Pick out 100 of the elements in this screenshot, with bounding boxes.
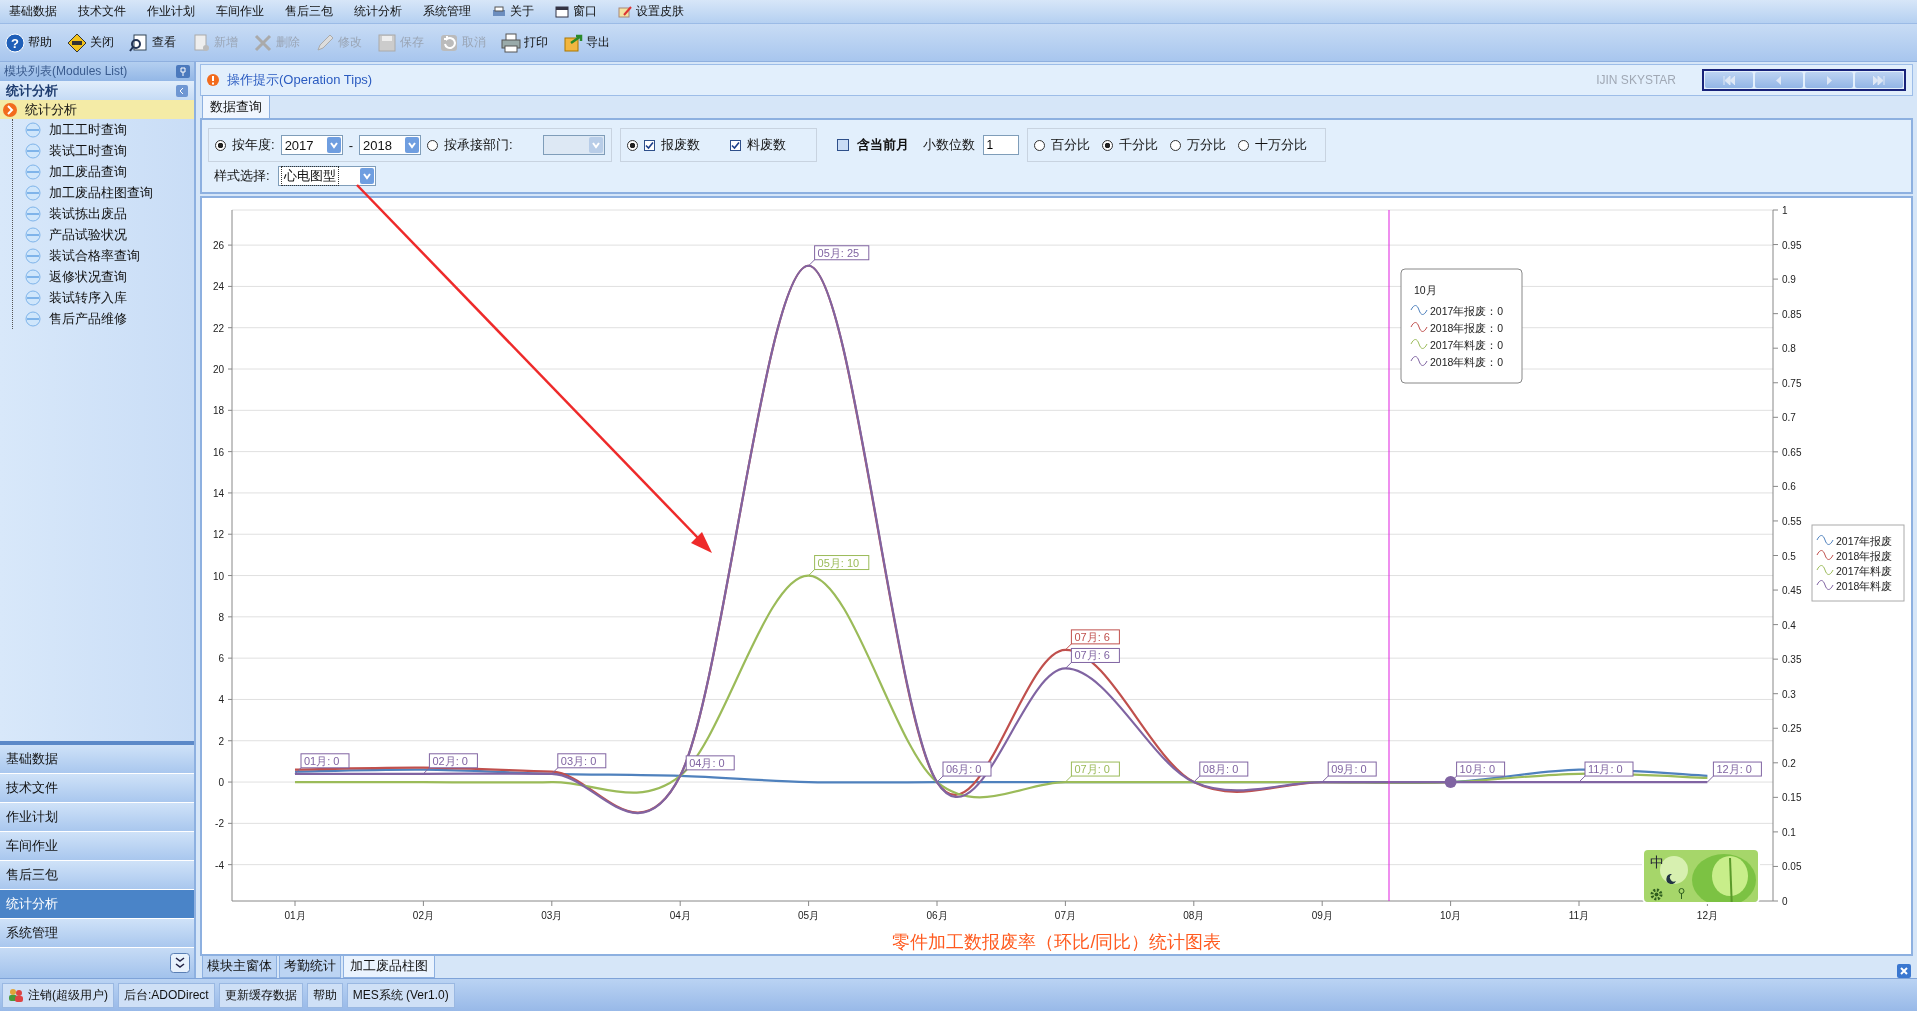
axis-tick-label: 0.95 — [1782, 239, 1802, 251]
annotation: 01月: 0 — [304, 754, 340, 767]
data-label: 05月: 25 — [814, 245, 870, 261]
data-label: 06月: 0 — [942, 761, 992, 777]
annotation: 10月: 0 — [1459, 763, 1496, 776]
axis-tick-label: 0.15 — [1782, 792, 1802, 804]
axis-tick-label: 18 — [212, 405, 224, 417]
axis-tick-label: 08月 — [1183, 910, 1205, 921]
axis-tick-label: 0.45 — [1782, 585, 1802, 597]
axis-tick-label: 11月 — [1568, 910, 1590, 921]
axis-tick-label: 0.5 — [1782, 550, 1796, 562]
checkbox-label: 料废数 — [746, 136, 786, 154]
axis-tick-label: 0.7 — [1782, 412, 1796, 424]
axis-tick-label: 14 — [212, 487, 224, 499]
axis-tick-label: 0.2 — [1782, 757, 1796, 769]
radio-label: 万分比 — [1186, 136, 1226, 154]
axis-tick-label: 2 — [218, 735, 224, 747]
data-label: 01月: 0 — [300, 753, 350, 769]
axis-tick-label: 24 — [212, 281, 224, 293]
panel-title: 模块列表(Modules List) — [4, 63, 128, 80]
annotation: 12月: 0 — [1716, 763, 1752, 776]
axis-tick-label: 0.8 — [1782, 343, 1796, 355]
annotation: 09月: 0 — [1331, 763, 1367, 776]
annotation: 11月: 0 — [1588, 763, 1623, 776]
axis-tick-label: 20 — [212, 364, 224, 375]
axis-tick-label: 0.05 — [1782, 861, 1802, 873]
axis-tick-label: 26 — [212, 240, 224, 252]
annotation: 05月: 10 — [817, 556, 860, 569]
annotation: 02月: 0 — [432, 754, 468, 767]
data-label: 11月: 0 — [1584, 761, 1634, 777]
axis-tick-label: 22 — [212, 322, 224, 334]
axis-tick-label: 0.55 — [1782, 515, 1802, 527]
data-label: 05月: 10 — [814, 555, 870, 571]
annotation: 03月: 0 — [560, 754, 597, 767]
company-name: IJIN SKYSTAR — [1596, 73, 1676, 87]
axis-tick-label: -2 — [215, 818, 224, 830]
data-label: 07月: 0 — [1070, 761, 1120, 777]
range-separator: - — [348, 137, 353, 153]
legend-label: 2017年报废 — [1836, 535, 1893, 547]
checkbox-label: 含当前月 — [856, 136, 909, 154]
axis-tick-label: 16 — [212, 446, 224, 458]
axis-tick-label: 0.6 — [1782, 481, 1796, 493]
checkbox-label: 报废数 — [660, 136, 700, 154]
annotation: 04月: 0 — [689, 756, 725, 769]
axis-tick-label: 0.1 — [1782, 826, 1796, 838]
radio-label: 千分比 — [1118, 136, 1158, 154]
axis-tick-label: 8 — [218, 611, 224, 623]
axis-tick-label: 0.35 — [1782, 654, 1802, 666]
axis-tick-label: 0.4 — [1782, 619, 1796, 631]
data-label: 04月: 0 — [685, 755, 735, 771]
axis-tick-label: 03月 — [541, 910, 563, 921]
axis-tick-label: 4 — [218, 694, 224, 706]
axis-tick-label: 06月 — [926, 910, 948, 921]
axis-tick-label: 0 — [1782, 896, 1788, 907]
axis-tick-label: 05月 — [798, 910, 820, 921]
axis-tick-label: 10月 — [1440, 910, 1462, 921]
annotation: 07月: 6 — [1074, 649, 1110, 662]
data-label: 07月: 6 — [1070, 647, 1120, 663]
help-icon: ? — [5, 32, 25, 53]
radio-label: 按年度: — [232, 136, 275, 154]
axis-tick-label: 0.3 — [1782, 688, 1796, 700]
field-label: 样式选择: — [214, 167, 270, 185]
axis-tick-label: 02月 — [412, 910, 434, 921]
axis-tick-label: 1 — [1782, 205, 1788, 216]
axis-tick-label: 0.65 — [1782, 446, 1802, 458]
axis-tick-label: -4 — [215, 859, 224, 871]
axis-tick-label: 0.75 — [1782, 377, 1802, 389]
data-label: 08月: 0 — [1199, 761, 1249, 777]
tooltip-title: 10月 — [1414, 284, 1437, 296]
tooltip-row: 2018年料废：0 — [1430, 356, 1504, 368]
data-label: 10月: 0 — [1456, 761, 1506, 777]
legend-label: 2017年料废 — [1836, 565, 1893, 577]
data-label: 12月: 0 — [1712, 761, 1762, 777]
radio-label: 十万分比 — [1254, 136, 1307, 154]
axis-tick-label: 0.9 — [1782, 274, 1796, 286]
radio-label: 按承接部门: — [443, 136, 513, 154]
axis-tick-label: 6 — [218, 653, 224, 665]
axis-tick-label: 04月 — [669, 910, 691, 921]
legend-label: 2018年料废 — [1836, 580, 1893, 592]
axis-tick-label: 12 — [212, 529, 224, 541]
data-label: 03月: 0 — [557, 753, 607, 769]
data-label: 02月: 0 — [428, 753, 478, 769]
axis-tick-label: 12月 — [1696, 910, 1718, 921]
annotation: 07月: 0 — [1074, 763, 1110, 776]
annotation: 05月: 25 — [817, 246, 860, 259]
legend-label: 2018年报废 — [1836, 550, 1893, 562]
data-label: 07月: 6 — [1070, 629, 1120, 645]
radio-label: 百分比 — [1050, 136, 1090, 154]
annotation: 06月: 0 — [946, 763, 982, 776]
axis-tick-label: 07月 — [1054, 910, 1076, 921]
annotation: 07月: 6 — [1074, 630, 1110, 643]
axis-tick-label: 10 — [212, 570, 224, 582]
axis-tick-label: 0 — [218, 777, 224, 789]
axis-tick-label: 0.25 — [1782, 723, 1802, 735]
annotation: 08月: 0 — [1202, 763, 1239, 776]
data-label: 09月: 0 — [1327, 761, 1377, 777]
axis-tick-label: 0.85 — [1782, 308, 1802, 320]
axis-tick-label: 01月 — [284, 910, 306, 921]
axis-tick-label: 09月 — [1311, 910, 1333, 921]
field-label: 小数位数 — [922, 136, 975, 154]
